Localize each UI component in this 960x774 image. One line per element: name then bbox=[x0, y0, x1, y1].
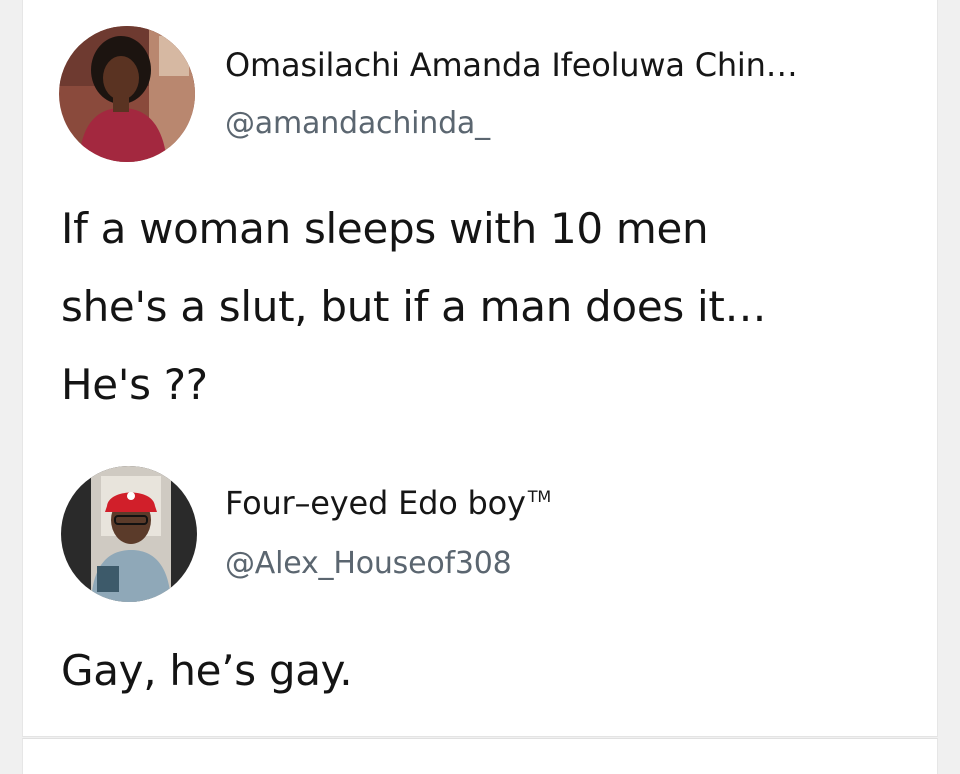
author-handle[interactable]: @amandachinda_ bbox=[225, 106, 490, 141]
tweet-text-line: she's a slut, but if a man does it… bbox=[61, 282, 767, 331]
author-handle[interactable]: @Alex_Houseof308 bbox=[225, 546, 512, 581]
trademark-suffix: TM bbox=[527, 487, 551, 507]
author-name[interactable]: Omasilachi Amanda Ifeoluwa Chin… bbox=[225, 46, 798, 84]
tweet-card: Omasilachi Amanda Ifeoluwa Chin… @amanda… bbox=[22, 0, 938, 737]
avatar[interactable] bbox=[59, 26, 195, 162]
tweet-text-line: If a woman sleeps with 10 men bbox=[61, 204, 709, 253]
profile-photo-man-red-cap-icon bbox=[61, 466, 197, 602]
author-name-text: Four–eyed Edo boy bbox=[225, 484, 526, 522]
next-card bbox=[22, 738, 938, 774]
tweet-text-line: He's ?? bbox=[61, 360, 208, 409]
avatar[interactable] bbox=[61, 466, 197, 602]
profile-photo-woman-icon bbox=[59, 26, 195, 162]
tweet-text-line: Gay, he’s gay. bbox=[61, 646, 353, 695]
author-name[interactable]: Four–eyed Edo boy TM bbox=[225, 484, 551, 522]
tweet-text: If a woman sleeps with 10 men she's a sl… bbox=[61, 190, 767, 424]
tweet-text: Gay, he’s gay. bbox=[61, 632, 353, 710]
